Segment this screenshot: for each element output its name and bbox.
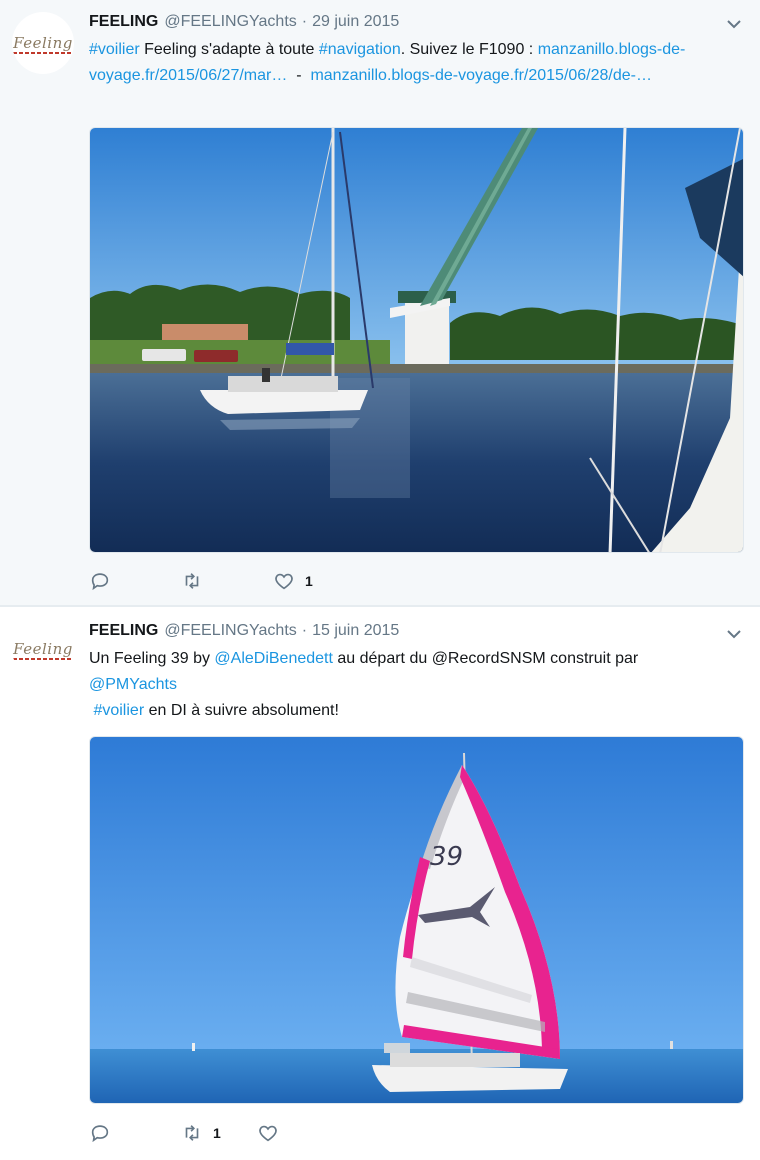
- photo-canal-bridge: [90, 128, 743, 552]
- display-name[interactable]: FEELING: [89, 622, 158, 640]
- heart-icon: [275, 573, 293, 590]
- text-segment: Un Feeling 39 by: [89, 650, 215, 667]
- tweet-header: FEELING @FEELINGYachts · 29 juin 2015: [89, 13, 399, 31]
- tweet-header: FEELING @FEELINGYachts · 15 juin 2015: [89, 622, 399, 640]
- text-segment: au départ du: [332, 650, 432, 667]
- text-segment: en DI à suivre absolument!: [144, 702, 339, 719]
- tweet-text: #voilier Feeling s'adapte à toute #navig…: [89, 37, 749, 89]
- display-name[interactable]: FEELING: [89, 13, 158, 31]
- text-segment: Feeling s'adapte à toute: [139, 41, 319, 58]
- separator: ·: [301, 622, 308, 639]
- reply-icon: [91, 573, 109, 591]
- hashtag-link[interactable]: #voilier: [89, 41, 140, 58]
- chevron-down-icon[interactable]: [726, 626, 742, 642]
- retweet-icon: [185, 1125, 199, 1141]
- tweet[interactable]: Feeling FEELING @FEELINGYachts · 29 juin…: [0, 0, 760, 606]
- mention-link[interactable]: @AleDiBenedett: [214, 650, 333, 667]
- hashtag-link[interactable]: #voilier: [93, 702, 144, 719]
- hashtag-link[interactable]: #navigation: [319, 41, 401, 58]
- user-handle[interactable]: @FEELINGYachts: [164, 622, 296, 640]
- retweet-button[interactable]: 1: [181, 1122, 221, 1144]
- tweet-date[interactable]: 15 juin 2015: [312, 622, 399, 640]
- tweet-actions: 1: [89, 570, 373, 592]
- text-segment: -: [287, 67, 311, 84]
- tweet-date[interactable]: 29 juin 2015: [312, 13, 399, 31]
- text-segment: . Suivez le F1090 :: [400, 41, 538, 58]
- retweet-icon: [185, 573, 199, 589]
- user-handle[interactable]: @FEELINGYachts: [164, 13, 296, 31]
- like-button[interactable]: [257, 1122, 289, 1144]
- timeline: Feeling FEELING @FEELINGYachts · 29 juin…: [0, 0, 760, 1160]
- like-count: 1: [305, 573, 313, 589]
- avatar[interactable]: Feeling: [12, 12, 74, 74]
- feeling-logo: Feeling: [13, 34, 73, 54]
- like-button[interactable]: 1: [273, 570, 313, 592]
- mention-link[interactable]: @PMYachts: [89, 676, 177, 693]
- tweet-text: Un Feeling 39 by @AleDiBenedett au dépar…: [89, 646, 749, 724]
- mention-plain: @RecordSNSM: [431, 650, 546, 667]
- feeling-logo: Feeling: [13, 640, 73, 660]
- retweet-button[interactable]: [181, 570, 213, 592]
- tweet-actions: 1: [89, 1122, 349, 1144]
- separator: ·: [301, 13, 308, 30]
- reply-button[interactable]: [89, 1122, 121, 1144]
- reply-button[interactable]: [89, 570, 121, 592]
- photo-spinnaker-sailboat: 39: [90, 737, 743, 1103]
- url-link[interactable]: manzanillo.blogs-de-voyage.fr/2015/06/28…: [310, 67, 652, 84]
- reply-icon: [91, 1125, 109, 1143]
- sail-number: 39: [430, 842, 463, 872]
- text-segment: construit par: [545, 650, 639, 667]
- tweet[interactable]: Feeling FEELING @FEELINGYachts · 15 juin…: [0, 607, 760, 1160]
- heart-icon: [258, 1125, 277, 1142]
- tweet-photo[interactable]: [89, 127, 744, 553]
- avatar[interactable]: Feeling: [12, 618, 74, 680]
- tweet-photo[interactable]: 39: [89, 736, 744, 1104]
- chevron-down-icon[interactable]: [726, 16, 742, 32]
- retweet-count: 1: [213, 1125, 221, 1141]
